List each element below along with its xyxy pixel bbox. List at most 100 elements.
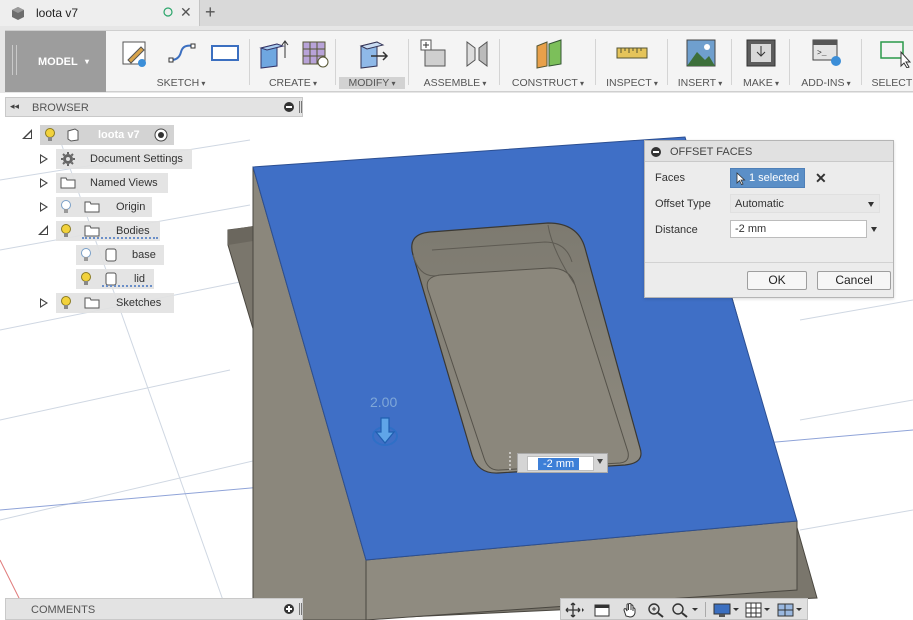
tree-item-document-settings[interactable]: Document Settings	[56, 149, 192, 169]
viewports-icon[interactable]	[777, 602, 805, 620]
inline-dimension-value[interactable]: -2 mm	[538, 458, 580, 470]
toolbar-group-make[interactable]: MAKE	[735, 31, 787, 92]
scripts-icon[interactable]: >_	[811, 38, 843, 71]
orbit-move-icon[interactable]	[565, 602, 585, 620]
toolbar-group-label[interactable]: INSERT	[671, 77, 729, 89]
display-settings-icon[interactable]	[713, 602, 741, 620]
toolbar-group-label[interactable]: MAKE	[735, 77, 787, 89]
ok-button[interactable]: OK	[747, 271, 807, 290]
inline-dimension-input[interactable]: -2 mm	[517, 453, 608, 473]
rectangle-tool-icon[interactable]	[209, 38, 241, 71]
toolbar-group-inspect[interactable]: INSPECT	[599, 31, 665, 92]
distance-input[interactable]: -2 mm	[730, 220, 867, 238]
workspace-switcher[interactable]: MODEL ▾	[5, 31, 106, 92]
lightbulb-icon[interactable]	[60, 296, 72, 313]
offset-type-select[interactable]: Automatic	[730, 194, 880, 213]
toolbar-group-insert[interactable]: INSERT	[671, 31, 729, 92]
toolbar-group-create[interactable]: CREATE	[253, 31, 333, 92]
tree-item-lid[interactable]: lid	[76, 269, 154, 289]
toolbar-group-select[interactable]: SELECT	[865, 31, 913, 92]
expand-toggle-icon[interactable]	[22, 129, 32, 139]
tree-item-bodies[interactable]: Bodies	[56, 221, 160, 241]
tree-item-label: Named Views	[90, 177, 158, 189]
tree-item-sketches[interactable]: Sketches	[56, 293, 174, 313]
gear-icon	[60, 151, 76, 170]
look-at-icon[interactable]	[593, 602, 611, 620]
create-sketch-icon[interactable]	[121, 38, 149, 71]
plus-icon[interactable]: +	[205, 2, 216, 23]
select-icon[interactable]	[879, 38, 912, 71]
chevron-down-icon: ▾	[85, 57, 90, 66]
minimize-icon[interactable]	[284, 102, 294, 112]
toolbar-group-sketch[interactable]: SKETCH	[115, 31, 247, 92]
chevron-down-icon[interactable]	[871, 227, 877, 232]
measure-icon[interactable]	[615, 38, 649, 71]
chevron-down-icon[interactable]	[597, 459, 603, 464]
joint-icon[interactable]	[461, 38, 493, 73]
tab-bar: loota v7 ✕ +	[0, 0, 913, 26]
insert-image-icon[interactable]	[685, 38, 717, 71]
drag-arrow-icon[interactable]	[370, 416, 400, 451]
toolbar-group-modify[interactable]: MODIFY	[339, 31, 405, 92]
inline-dimension-field[interactable]: -2 mm	[527, 456, 594, 471]
zoom-icon[interactable]	[647, 602, 665, 620]
panel-pin-icon[interactable]	[299, 603, 302, 615]
extrude-icon[interactable]	[257, 38, 289, 73]
lightbulb-icon[interactable]	[44, 128, 56, 145]
document-tab[interactable]: loota v7 ✕	[0, 0, 200, 26]
lightbulb-off-icon[interactable]	[80, 248, 92, 265]
fit-zoom-icon[interactable]	[671, 602, 699, 620]
pan-hand-icon[interactable]	[621, 602, 639, 620]
line-tool-icon[interactable]	[167, 38, 197, 71]
toolbar-group-label[interactable]: SKETCH	[115, 77, 247, 89]
toolbar-group-label[interactable]: ADD-INS	[793, 77, 859, 89]
lightbulb-icon[interactable]	[80, 272, 92, 289]
press-pull-icon[interactable]	[357, 38, 389, 73]
minimize-icon[interactable]	[651, 147, 661, 157]
dialog-header[interactable]: OFFSET FACES	[645, 141, 893, 162]
collapse-left-icon[interactable]: ◂◂	[10, 101, 19, 112]
activate-radio-icon[interactable]	[154, 128, 168, 145]
toolbar-group-label[interactable]: ASSEMBLE	[413, 77, 497, 89]
clear-selection-icon[interactable]: ✕	[815, 170, 827, 187]
pattern-icon[interactable]	[299, 38, 331, 73]
tree-item-label: loota v7	[98, 129, 140, 141]
selection-underline	[102, 285, 152, 287]
lightbulb-off-icon[interactable]	[60, 200, 72, 217]
close-icon[interactable]: ✕	[180, 4, 192, 21]
toolbar-grip[interactable]	[12, 45, 17, 75]
toolbar-group-label[interactable]: CONSTRUCT	[503, 77, 593, 89]
cancel-button[interactable]: Cancel	[817, 271, 891, 290]
tree-item-named-views[interactable]: Named Views	[56, 173, 168, 193]
grid-settings-icon[interactable]	[745, 602, 773, 620]
tree-item-base[interactable]: base	[76, 245, 164, 265]
new-component-icon[interactable]	[419, 38, 451, 73]
faces-selection-button[interactable]: 1 selected	[730, 168, 805, 188]
toolbar-group-construct[interactable]: CONSTRUCT	[503, 31, 593, 92]
offset-plane-icon[interactable]	[533, 38, 565, 73]
expand-toggle-icon[interactable]	[40, 202, 48, 212]
tree-item-origin[interactable]: Origin	[56, 197, 152, 217]
comments-panel-header[interactable]: COMMENTS	[5, 598, 303, 620]
expand-toggle-icon[interactable]	[40, 154, 48, 164]
3d-print-icon[interactable]	[745, 38, 777, 71]
selection-underline	[82, 237, 158, 239]
component-icon	[66, 128, 80, 145]
expand-toggle-icon[interactable]	[40, 178, 48, 188]
toolbar-group-label[interactable]: CREATE	[253, 77, 333, 89]
browser-header[interactable]: ◂◂ BROWSER	[5, 97, 303, 117]
lightbulb-icon[interactable]	[60, 224, 72, 241]
add-comment-icon[interactable]	[284, 604, 294, 614]
cube-icon	[10, 6, 26, 23]
panel-pin-icon[interactable]	[299, 101, 302, 113]
faces-selection-value: 1 selected	[749, 172, 800, 184]
toolbar-group-label[interactable]: MODIFY	[339, 77, 405, 89]
toolbar-group-label[interactable]: INSPECT	[599, 77, 665, 89]
expand-toggle-icon[interactable]	[40, 298, 48, 308]
expand-toggle-icon[interactable]	[38, 225, 48, 235]
toolbar-group-label[interactable]: SELECT	[865, 77, 913, 89]
toolbar-group-add-ins[interactable]: >_ ADD-INS	[793, 31, 859, 92]
toolbar-group-assemble[interactable]: ASSEMBLE	[413, 31, 497, 92]
tree-item-root[interactable]: loota v7	[40, 125, 174, 145]
tree-item-label: Sketches	[116, 297, 162, 309]
